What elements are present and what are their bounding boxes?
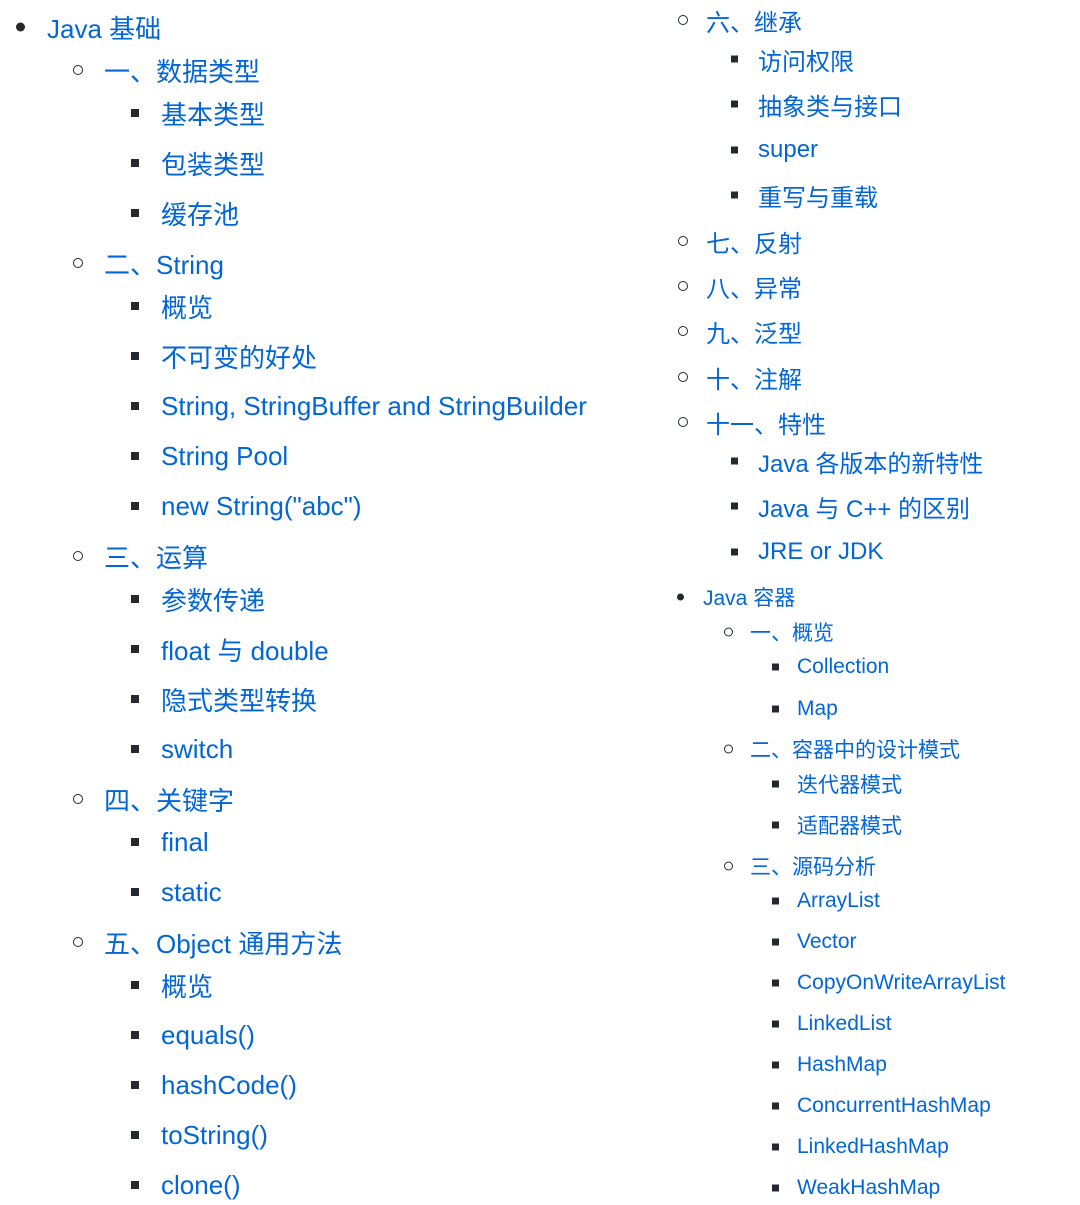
square-bullet-icon: [131, 838, 139, 846]
square-bullet-icon: [731, 457, 738, 465]
toc-link[interactable]: LinkedList: [797, 1012, 892, 1036]
square-bullet-icon: [131, 352, 139, 360]
toc-link[interactable]: CopyOnWriteArrayList: [797, 971, 1006, 995]
toc-link[interactable]: 十、注解: [706, 360, 802, 395]
toc-item-level-3: Map: [0, 695, 1080, 723]
toc-item-level-2: 一、概览: [0, 618, 1080, 646]
square-bullet-icon: [772, 821, 779, 829]
toc-link[interactable]: 访问权限: [758, 42, 854, 77]
toc-link[interactable]: 十一、特性: [706, 405, 826, 440]
square-bullet-icon: [772, 1020, 779, 1028]
circle-bullet-icon: [678, 326, 688, 336]
toc-link[interactable]: 一、概览: [750, 617, 834, 647]
square-bullet-icon: [131, 1081, 139, 1089]
toc-item-level-2: 三、源码分析: [0, 852, 1080, 880]
square-bullet-icon: [772, 897, 779, 905]
toc-link[interactable]: 八、异常: [706, 269, 802, 304]
toc-item-level-3: ArrayList: [0, 887, 1080, 915]
square-bullet-icon: [772, 1184, 779, 1192]
toc-item-level-2: 七、反射: [0, 224, 1080, 259]
toc-item-level-3: 抽象类与接口: [0, 87, 1080, 122]
toc-link[interactable]: HashMap: [797, 1053, 887, 1077]
toc-link[interactable]: 适配器模式: [797, 810, 902, 840]
toc-item-level-2: 十、注解: [0, 360, 1080, 395]
toc-link[interactable]: 抽象类与接口: [758, 87, 902, 122]
toc-link[interactable]: JRE or JDK: [758, 538, 883, 566]
square-bullet-icon: [772, 705, 779, 713]
toc-link[interactable]: 七、反射: [706, 224, 802, 259]
toc-item-level-2: 八、异常: [0, 269, 1080, 304]
circle-bullet-icon: [724, 627, 733, 637]
toc-item-level-2: 二、容器中的设计模式: [0, 735, 1080, 763]
circle-bullet-icon: [678, 236, 688, 246]
toc-item-level-3: 重写与重载: [0, 178, 1080, 213]
toc-link[interactable]: 六、继承: [706, 3, 802, 38]
toc-item-level-3: Java 各版本的新特性: [0, 444, 1080, 479]
square-bullet-icon: [772, 979, 779, 987]
toc-link[interactable]: 二、容器中的设计模式: [750, 734, 960, 764]
square-bullet-icon: [731, 191, 738, 199]
circle-bullet-icon: [73, 258, 83, 268]
square-bullet-icon: [731, 502, 738, 510]
square-bullet-icon: [772, 780, 779, 788]
square-bullet-icon: [731, 55, 738, 63]
toc-link[interactable]: Collection: [797, 655, 889, 679]
toc-link[interactable]: LinkedHashMap: [797, 1135, 949, 1159]
toc-link[interactable]: Vector: [797, 930, 857, 954]
circle-bullet-icon: [678, 281, 688, 291]
toc-item-level-2: 六、继承: [0, 3, 1080, 38]
toc-item-level-3: JRE or JDK: [0, 536, 1080, 568]
square-bullet-icon: [731, 146, 738, 154]
toc-link[interactable]: Map: [797, 697, 838, 721]
square-bullet-icon: [772, 938, 779, 946]
square-bullet-icon: [772, 663, 779, 671]
toc-link[interactable]: super: [758, 136, 818, 164]
toc-link[interactable]: 迭代器模式: [797, 769, 902, 799]
toc-link[interactable]: Java 容器: [703, 582, 795, 612]
circle-bullet-icon: [724, 744, 733, 754]
square-bullet-icon: [731, 548, 738, 556]
toc-item-level-3: CopyOnWriteArrayList: [0, 969, 1080, 997]
toc-item-level-3: 适配器模式: [0, 811, 1080, 839]
toc-link[interactable]: WeakHashMap: [797, 1176, 940, 1200]
toc-item-level-2: 九、泛型: [0, 314, 1080, 349]
toc-item-level-3: LinkedList: [0, 1010, 1080, 1038]
toc-item-level-3: 访问权限: [0, 42, 1080, 77]
toc-link[interactable]: Java 与 C++ 的区别: [758, 489, 970, 524]
toc-link[interactable]: 九、泛型: [706, 314, 802, 349]
square-bullet-icon: [772, 1102, 779, 1110]
square-bullet-icon: [731, 100, 738, 108]
circle-bullet-icon: [678, 372, 688, 382]
circle-bullet-icon: [678, 417, 688, 427]
toc-item-level-3: Collection: [0, 653, 1080, 681]
disc-bullet-icon: [677, 593, 684, 601]
toc-link[interactable]: Java 各版本的新特性: [758, 444, 983, 479]
toc-item-level-3: 迭代器模式: [0, 770, 1080, 798]
toc-item-level-3: WeakHashMap: [0, 1174, 1080, 1202]
toc-link[interactable]: 重写与重载: [758, 178, 878, 213]
toc-item-level-3: Java 与 C++ 的区别: [0, 489, 1080, 524]
square-bullet-icon: [131, 302, 139, 310]
toc-item-level-3: super: [0, 134, 1080, 166]
toc-item-level-3: LinkedHashMap: [0, 1133, 1080, 1161]
toc-item-level-3: ConcurrentHashMap: [0, 1092, 1080, 1120]
toc-item-level-3: Vector: [0, 928, 1080, 956]
circle-bullet-icon: [678, 15, 688, 25]
toc-item-level-1: Java 容器: [0, 583, 1080, 611]
toc-link[interactable]: ArrayList: [797, 889, 880, 913]
toc-item-level-2: 十一、特性: [0, 405, 1080, 440]
square-bullet-icon: [131, 645, 139, 653]
toc-link[interactable]: ConcurrentHashMap: [797, 1094, 991, 1118]
toc-item-level-3: HashMap: [0, 1051, 1080, 1079]
square-bullet-icon: [772, 1061, 779, 1069]
circle-bullet-icon: [724, 861, 733, 871]
square-bullet-icon: [772, 1143, 779, 1151]
toc-link[interactable]: 三、源码分析: [750, 851, 876, 881]
